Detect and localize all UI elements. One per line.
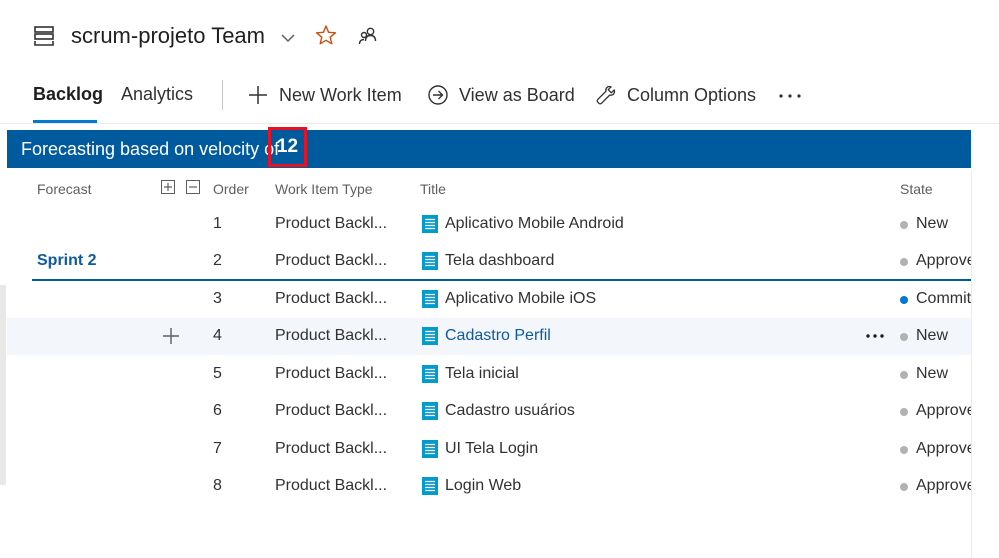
column-header-forecast[interactable]: Forecast bbox=[37, 181, 91, 197]
backlog-toolbar: Backlog Analytics New Work Item View as … bbox=[0, 70, 999, 124]
state-cell: New bbox=[916, 215, 949, 232]
velocity-highlight: 12 bbox=[268, 127, 307, 167]
column-header-title[interactable]: Title bbox=[420, 181, 446, 197]
new-work-item-label: New Work Item bbox=[279, 84, 402, 105]
column-options-label: Column Options bbox=[627, 84, 757, 105]
work-item-type-cell: Product Backl... bbox=[275, 215, 388, 232]
table-row[interactable]: 4 Product Backl... Cadastro Perfil New bbox=[7, 318, 971, 355]
state-indicator bbox=[900, 371, 908, 379]
state-cell: Approved bbox=[916, 402, 971, 419]
star-icon[interactable] bbox=[315, 24, 337, 46]
forecast-banner: Forecasting based on velocity of 12 bbox=[7, 127, 971, 168]
product-backlog-item-icon bbox=[422, 252, 438, 270]
state-indicator bbox=[900, 221, 908, 229]
view-as-board-button[interactable]: View as Board bbox=[427, 82, 575, 108]
table-row[interactable]: 1 Product Backl... Aplicativo Mobile And… bbox=[7, 206, 971, 243]
title-cell[interactable]: Tela inicial bbox=[445, 365, 519, 383]
product-backlog-item-icon bbox=[422, 327, 438, 345]
product-backlog-item-icon bbox=[422, 290, 438, 308]
page-header: scrum-projeto Team bbox=[0, 0, 999, 70]
collapse-all-icon[interactable] bbox=[186, 180, 200, 194]
expand-all-icon[interactable] bbox=[161, 180, 175, 194]
work-item-type-cell: Product Backl... bbox=[275, 402, 388, 419]
title-link[interactable]: Cadastro Perfil bbox=[445, 327, 551, 345]
order-cell: 3 bbox=[213, 290, 222, 307]
title-cell[interactable]: UI Tela Login bbox=[445, 440, 538, 458]
title-cell[interactable]: Cadastro usuários bbox=[445, 402, 575, 420]
order-cell: 1 bbox=[213, 215, 222, 232]
product-backlog-item-icon bbox=[422, 477, 438, 495]
table-row[interactable]: 7 Product Backl... UI Tela Login Approve… bbox=[7, 431, 971, 468]
product-backlog-item-icon bbox=[422, 365, 438, 383]
order-cell: 2 bbox=[213, 252, 222, 269]
left-scroll-strip bbox=[0, 285, 6, 485]
column-options-button[interactable]: Column Options bbox=[595, 82, 756, 108]
order-cell: 8 bbox=[213, 477, 222, 494]
backlog-board-icon bbox=[33, 25, 55, 47]
column-header-work-item-type[interactable]: Work Item Type bbox=[275, 181, 373, 197]
state-cell: Approved bbox=[916, 477, 971, 494]
view-as-board-label: View as Board bbox=[459, 84, 575, 105]
toolbar-separator bbox=[222, 80, 223, 110]
state-indicator bbox=[900, 408, 908, 416]
table-row[interactable]: 5 Product Backl... Tela inicial New bbox=[7, 356, 971, 393]
forecast-banner-text: Forecasting based on velocity of bbox=[21, 139, 280, 159]
arrow-circle-icon bbox=[428, 85, 448, 105]
state-indicator bbox=[900, 483, 908, 491]
order-cell: 5 bbox=[213, 365, 222, 382]
work-item-type-cell: Product Backl... bbox=[275, 440, 388, 457]
wrench-icon bbox=[596, 85, 616, 105]
state-cell: Approved bbox=[916, 440, 971, 457]
new-work-item-button[interactable]: New Work Item bbox=[247, 82, 402, 108]
product-backlog-item-icon bbox=[422, 440, 438, 458]
work-item-type-cell: Product Backl... bbox=[275, 477, 388, 494]
order-cell: 7 bbox=[213, 440, 222, 457]
sprint-forecast-label[interactable]: Sprint 2 bbox=[37, 252, 97, 270]
column-header-state[interactable]: State bbox=[900, 181, 933, 197]
title-cell[interactable]: Tela dashboard bbox=[445, 252, 554, 270]
state-cell: Approved bbox=[916, 252, 971, 269]
state-cell: New bbox=[916, 327, 949, 344]
table-row[interactable]: 6 Product Backl... Cadastro usuários App… bbox=[7, 393, 971, 430]
work-item-type-cell: Product Backl... bbox=[275, 327, 388, 344]
work-item-type-cell: Product Backl... bbox=[275, 290, 388, 307]
state-indicator bbox=[900, 296, 908, 304]
right-divider bbox=[971, 170, 972, 558]
title-cell[interactable]: Login Web bbox=[445, 477, 521, 495]
product-backlog-item-icon bbox=[422, 402, 438, 420]
tab-backlog[interactable]: Backlog bbox=[33, 84, 103, 105]
state-indicator bbox=[900, 446, 908, 454]
state-indicator bbox=[900, 258, 908, 266]
state-cell: New bbox=[916, 365, 949, 382]
toolbar-divider bbox=[0, 123, 999, 124]
state-indicator bbox=[900, 333, 908, 341]
table-row[interactable]: Sprint 2 2 Product Backl... Tela dashboa… bbox=[7, 243, 971, 280]
order-cell: 4 bbox=[213, 327, 222, 344]
row-more-actions-icon[interactable] bbox=[864, 329, 886, 343]
product-backlog-item-icon bbox=[422, 215, 438, 233]
velocity-value: 12 bbox=[276, 136, 299, 157]
plus-icon bbox=[249, 86, 267, 104]
column-header-order[interactable]: Order bbox=[213, 181, 249, 197]
tab-analytics[interactable]: Analytics bbox=[121, 84, 193, 105]
title-cell[interactable]: Aplicativo Mobile iOS bbox=[445, 290, 596, 308]
team-title[interactable]: scrum-projeto Team bbox=[71, 23, 265, 49]
order-cell: 6 bbox=[213, 402, 222, 419]
table-row[interactable]: 8 Product Backl... Login Web Approved bbox=[7, 468, 971, 505]
team-members-icon[interactable] bbox=[357, 25, 379, 47]
add-child-icon[interactable] bbox=[161, 326, 181, 346]
more-actions-icon[interactable] bbox=[776, 84, 804, 106]
table-row[interactable]: 3 Product Backl... Aplicativo Mobile iOS… bbox=[7, 281, 971, 318]
chevron-down-icon[interactable] bbox=[279, 29, 297, 47]
work-item-type-cell: Product Backl... bbox=[275, 365, 388, 382]
state-cell: Committed bbox=[916, 290, 971, 307]
title-cell[interactable]: Aplicativo Mobile Android bbox=[445, 215, 624, 233]
backlog-page: scrum-projeto Team Backlog Analytics New… bbox=[0, 0, 999, 558]
work-item-type-cell: Product Backl... bbox=[275, 252, 388, 269]
